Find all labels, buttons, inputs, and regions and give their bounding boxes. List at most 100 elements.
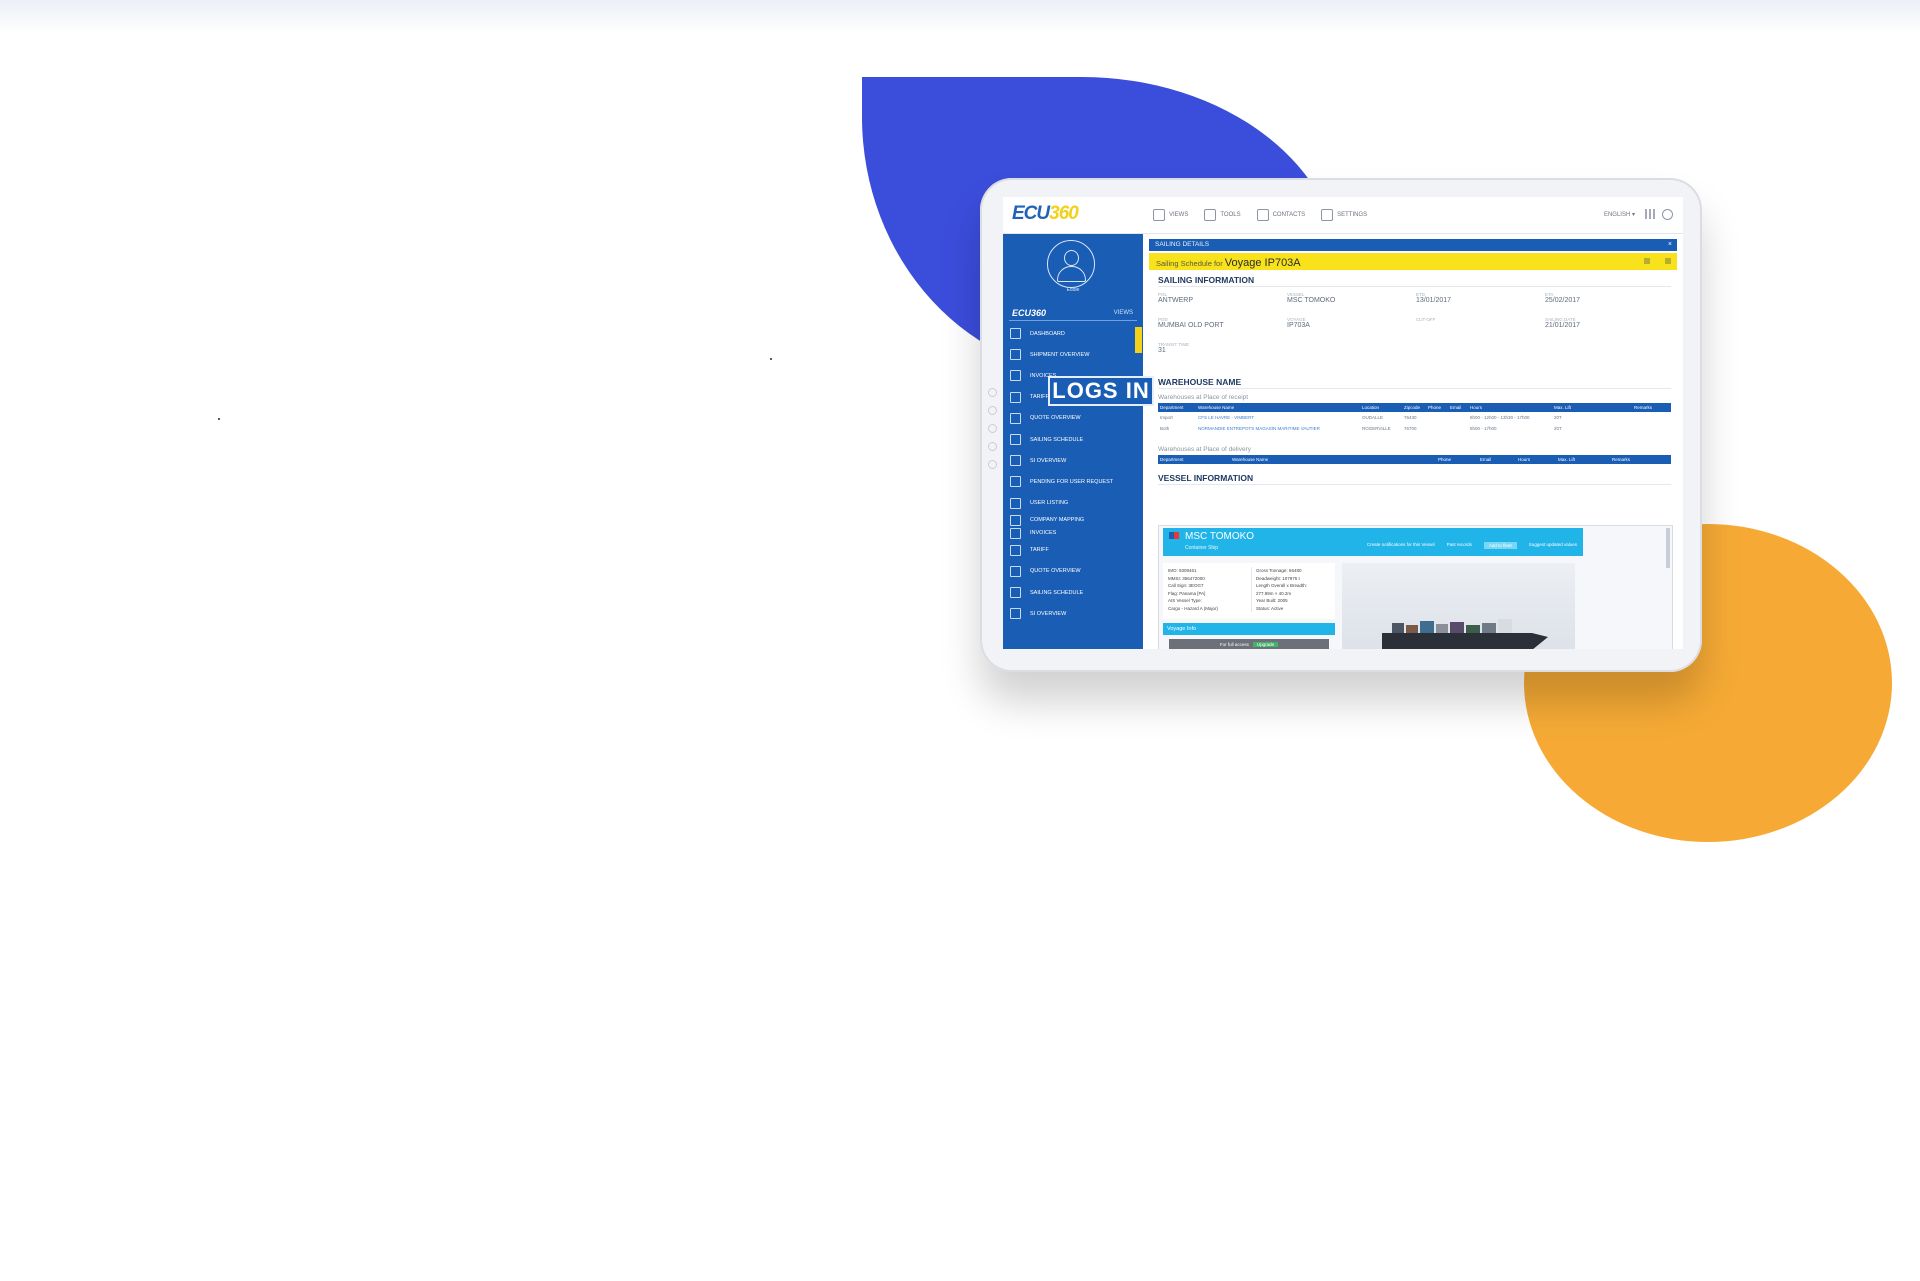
email-icon[interactable]	[1665, 258, 1671, 264]
column-header: Zipcode	[1404, 405, 1421, 410]
warehouse-link[interactable]: CFS LE HAVRE - VIMBERT	[1198, 415, 1362, 420]
column-header: Phone	[1438, 457, 1452, 462]
sidebar-item-label: DASHBOARD	[1030, 330, 1065, 337]
sidebar-item-label: QUOTE OVERVIEW	[1030, 415, 1081, 422]
tariff-icon	[1010, 391, 1021, 403]
ship-image	[1382, 619, 1548, 649]
nav-settings[interactable]: SETTINGS	[1321, 209, 1367, 221]
nav-tools[interactable]: TOOLS	[1204, 209, 1241, 221]
table-header: Department Warehouse Name Phone Email Ho…	[1158, 455, 1671, 464]
vessel-type: Container Ship	[1185, 545, 1219, 551]
field-value-pol: ANTWERP	[1158, 297, 1193, 304]
panel-title: SAILING DETAILS	[1155, 241, 1210, 248]
user-name: Eddie	[1066, 287, 1080, 293]
receipt-subtitle: Warehouses at Place of receipt	[1158, 394, 1249, 401]
speck	[218, 418, 220, 420]
field-value-vessel: MSC TOMOKO	[1287, 297, 1336, 304]
app-logo[interactable]: ECU360	[1012, 203, 1079, 225]
nav-views[interactable]: VIEWS	[1153, 209, 1188, 221]
dashboard-icon	[1010, 328, 1021, 340]
app-topbar: ECU360 VIEWS TOOLS CONTACTS SETTINGS ENG…	[1003, 197, 1683, 234]
tariff-icon	[1010, 544, 1021, 556]
sidebar-item-user-listing[interactable]: USER LISTING	[1003, 493, 1143, 514]
suggest-values-link[interactable]: Suggest updated values	[1529, 542, 1577, 549]
delivery-warehouse-table: Department Warehouse Name Phone Email Ho…	[1158, 455, 1671, 464]
column-header: Hours	[1470, 405, 1483, 410]
column-header: Email	[1450, 405, 1462, 410]
receipt-warehouse-table: Department Warehouse Name Location Zipco…	[1158, 403, 1671, 434]
detail-line: AIS Vessel Type:	[1168, 598, 1202, 603]
detail-line: Year Built: 2005	[1256, 598, 1288, 603]
column-header: Remarks	[1612, 457, 1631, 462]
column-header: Location	[1362, 405, 1380, 410]
add-to-fleet-button[interactable]: Add to fleet	[1483, 542, 1517, 549]
sidebar-item-pending-user-request[interactable]: PENDING FOR USER REQUEST	[1003, 471, 1143, 492]
sidebar-item-si-overview[interactable]: SI OVERVIEW	[1003, 603, 1143, 624]
warehouse-link[interactable]: NORMANDIE ENTREPOTS MAGASIN MARITIME VAU…	[1198, 426, 1362, 431]
invoice-icon	[1010, 370, 1021, 382]
ship-icon	[1010, 434, 1021, 446]
field-value-sailing-date: 21/01/2017	[1545, 322, 1581, 329]
sidebar-item-label: PENDING FOR USER REQUEST	[1030, 478, 1114, 485]
sidebar-item-label: SAILING SCHEDULE	[1030, 589, 1084, 596]
flag-icon	[1169, 532, 1179, 539]
detail-line: Gross Tonnage: 66480	[1256, 568, 1302, 573]
divider	[1158, 484, 1671, 485]
sidebar-item-tariff[interactable]: TARIFF	[1003, 540, 1143, 561]
sidebar-item-sailing-schedule[interactable]: SAILING SCHEDULE	[1003, 429, 1143, 450]
upgrade-button[interactable]: Upgrade	[1252, 642, 1279, 647]
sidebar-views-label[interactable]: VIEWS	[1114, 310, 1133, 316]
sidebar-item-quote-overview[interactable]: QUOTE OVERVIEW	[1003, 408, 1143, 429]
field-value-transit-time: 31	[1158, 347, 1166, 354]
sidebar-item-label: SI OVERVIEW	[1030, 457, 1067, 464]
power-icon[interactable]	[1662, 209, 1673, 220]
tools-icon	[1204, 209, 1217, 221]
past-records-link[interactable]: Past records	[1447, 542, 1472, 549]
contacts-icon	[1256, 209, 1269, 221]
column-header: Department	[1160, 457, 1184, 462]
column-header: Email	[1480, 457, 1492, 462]
table-cell: 8h00 - 17h00	[1470, 426, 1497, 431]
table-cell: 8h00 - 12h00 - 13h30 - 17h00	[1470, 415, 1530, 420]
close-icon[interactable]: ×	[1668, 239, 1672, 251]
quote-icon	[1010, 565, 1021, 577]
top-nav: VIEWS TOOLS CONTACTS SETTINGS	[1153, 209, 1367, 221]
sidebar-item-shipment-overview[interactable]: SHIPMENT OVERVIEW	[1003, 344, 1143, 365]
table-cell: Import	[1160, 415, 1173, 420]
sidebar-item-company-mapping[interactable]: COMPANY MAPPING	[1003, 514, 1143, 527]
sidebar-item-label: QUOTE OVERVIEW	[1030, 568, 1081, 575]
language-select[interactable]: ENGLISH ▾	[1604, 211, 1635, 218]
column-header: Phone	[1428, 405, 1442, 410]
nav-contacts[interactable]: CONTACTS	[1256, 209, 1305, 221]
vessel-card: MSC TOMOKO Container Ship Create notific…	[1158, 525, 1673, 649]
settings-icon	[1321, 209, 1334, 221]
sidebar-item-label: INVOICES	[1030, 530, 1057, 537]
sidebar-item-label: TARIFF	[1030, 547, 1049, 554]
vessel-details-left: IMO: 9309461 MMSI: 356472000 Call Sign: …	[1168, 567, 1218, 612]
voyage-info-bar[interactable]: Voyage Info	[1163, 623, 1335, 635]
sidebar-item-sailing-schedule[interactable]: SAILING SCHEDULE	[1003, 582, 1143, 603]
invoice-icon	[1010, 527, 1021, 539]
divider	[1158, 388, 1671, 389]
field-value-voyage: IP703A	[1287, 322, 1310, 329]
table-cell: Both	[1160, 426, 1170, 431]
detail-line: Status: Active	[1256, 605, 1284, 611]
apps-grid-icon[interactable]	[1645, 209, 1655, 219]
nav-label: TOOLS	[1220, 212, 1241, 218]
sidebar-item-si-overview[interactable]: SI OVERVIEW	[1003, 450, 1143, 471]
create-notification-link[interactable]: Create notifications for this Vessel	[1367, 542, 1435, 549]
sidebar-item-quote-overview[interactable]: QUOTE OVERVIEW	[1003, 561, 1143, 582]
detail-line: Flag: Panama [PA]	[1168, 590, 1206, 596]
print-icon[interactable]	[1644, 258, 1650, 264]
sidebar-item-invoices[interactable]: INVOICES	[1003, 527, 1143, 540]
user-list-icon	[1010, 497, 1021, 509]
avatar[interactable]	[1047, 240, 1095, 288]
warehouse-title: WAREHOUSE NAME	[1158, 377, 1242, 387]
sidebar-item-dashboard[interactable]: DASHBOARD	[1003, 323, 1143, 353]
column-header: Warehouse Name	[1198, 405, 1235, 410]
column-header: Remarks	[1634, 405, 1653, 410]
detail-line: Deadweight: 107975 t	[1256, 575, 1300, 581]
scrollbar[interactable]	[1666, 528, 1670, 568]
field-label: CUT-OFF	[1416, 317, 1436, 322]
si-icon	[1010, 455, 1021, 467]
